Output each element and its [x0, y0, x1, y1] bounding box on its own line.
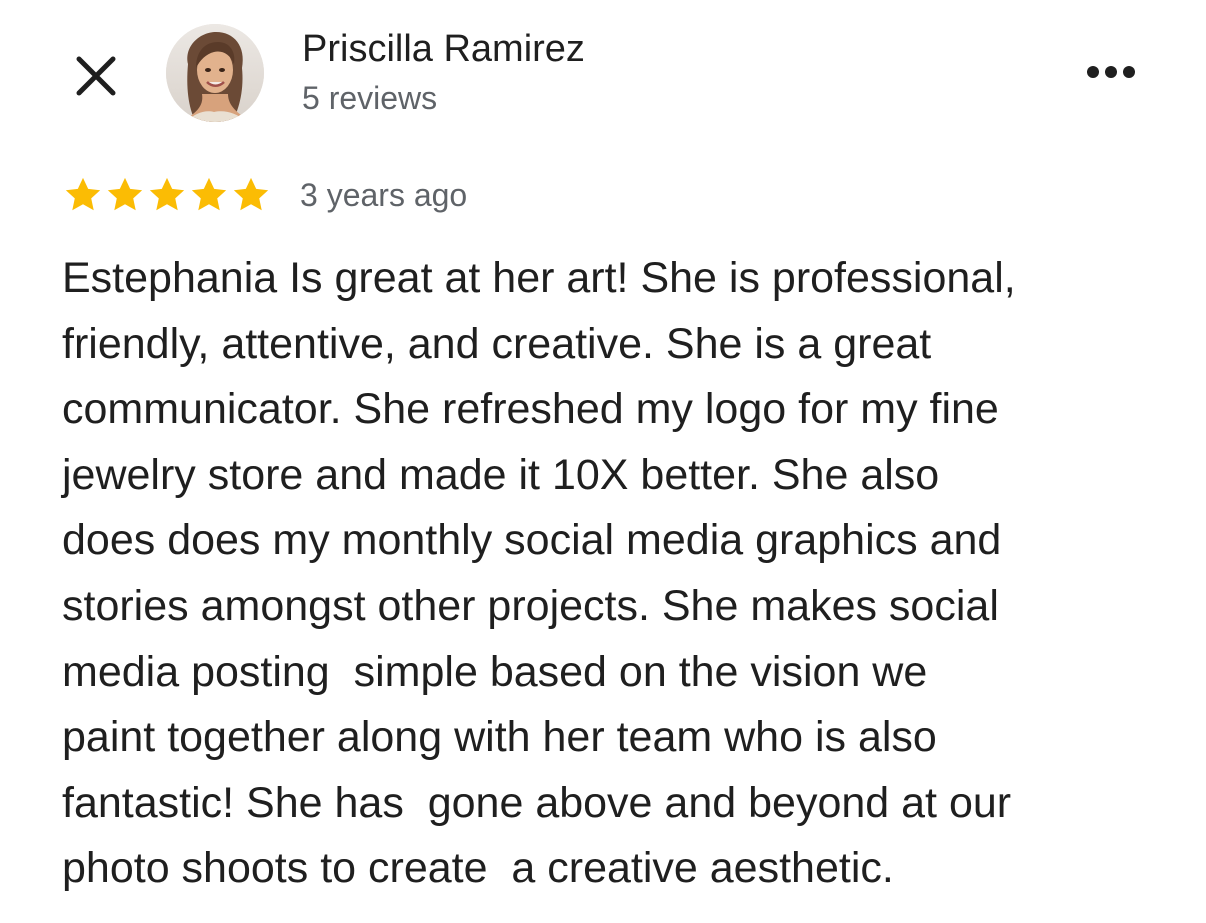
review-text-line: stories amongst other projects. She make… [62, 581, 999, 630]
review-text-line: jewelry store and made it 10X better. Sh… [62, 450, 940, 499]
review-text: Estephania Is great at her art! She is p… [62, 246, 1162, 902]
close-icon [76, 56, 116, 96]
review-date: 3 years ago [300, 177, 468, 213]
review-text-line: friendly, attentive, and creative. She i… [62, 319, 932, 368]
review-text-line: Estephania Is great at her art! She is p… [62, 254, 1016, 302]
review-text-line: photo shoots to create a creative aesthe… [62, 844, 894, 893]
star-icon [233, 177, 269, 211]
review-text-line: does does my monthly social media graphi… [62, 516, 1002, 565]
star-icon [191, 177, 227, 211]
more-horizontal-icon [1087, 66, 1135, 78]
review-count: 5 reviews [302, 80, 438, 116]
star-icon [107, 177, 143, 211]
review-text-line: fantastic! She has gone above and beyond… [62, 778, 1012, 827]
rating-row: 3 years ago [62, 172, 467, 218]
star-icon [149, 177, 185, 211]
reviewer-name[interactable]: Priscilla Ramirez [302, 26, 585, 72]
review-text-line: media posting simple based on the vision… [62, 647, 928, 696]
reviewer-photo [166, 24, 264, 122]
star-icon [65, 177, 101, 211]
close-button[interactable] [68, 48, 124, 104]
reviewer-avatar[interactable] [166, 24, 264, 122]
review-text-line: communicator. She refreshed my logo for … [62, 385, 999, 434]
star-rating [62, 174, 272, 216]
review-text-line: paint together along with her team who i… [62, 713, 937, 762]
more-options-button[interactable] [1080, 52, 1142, 92]
